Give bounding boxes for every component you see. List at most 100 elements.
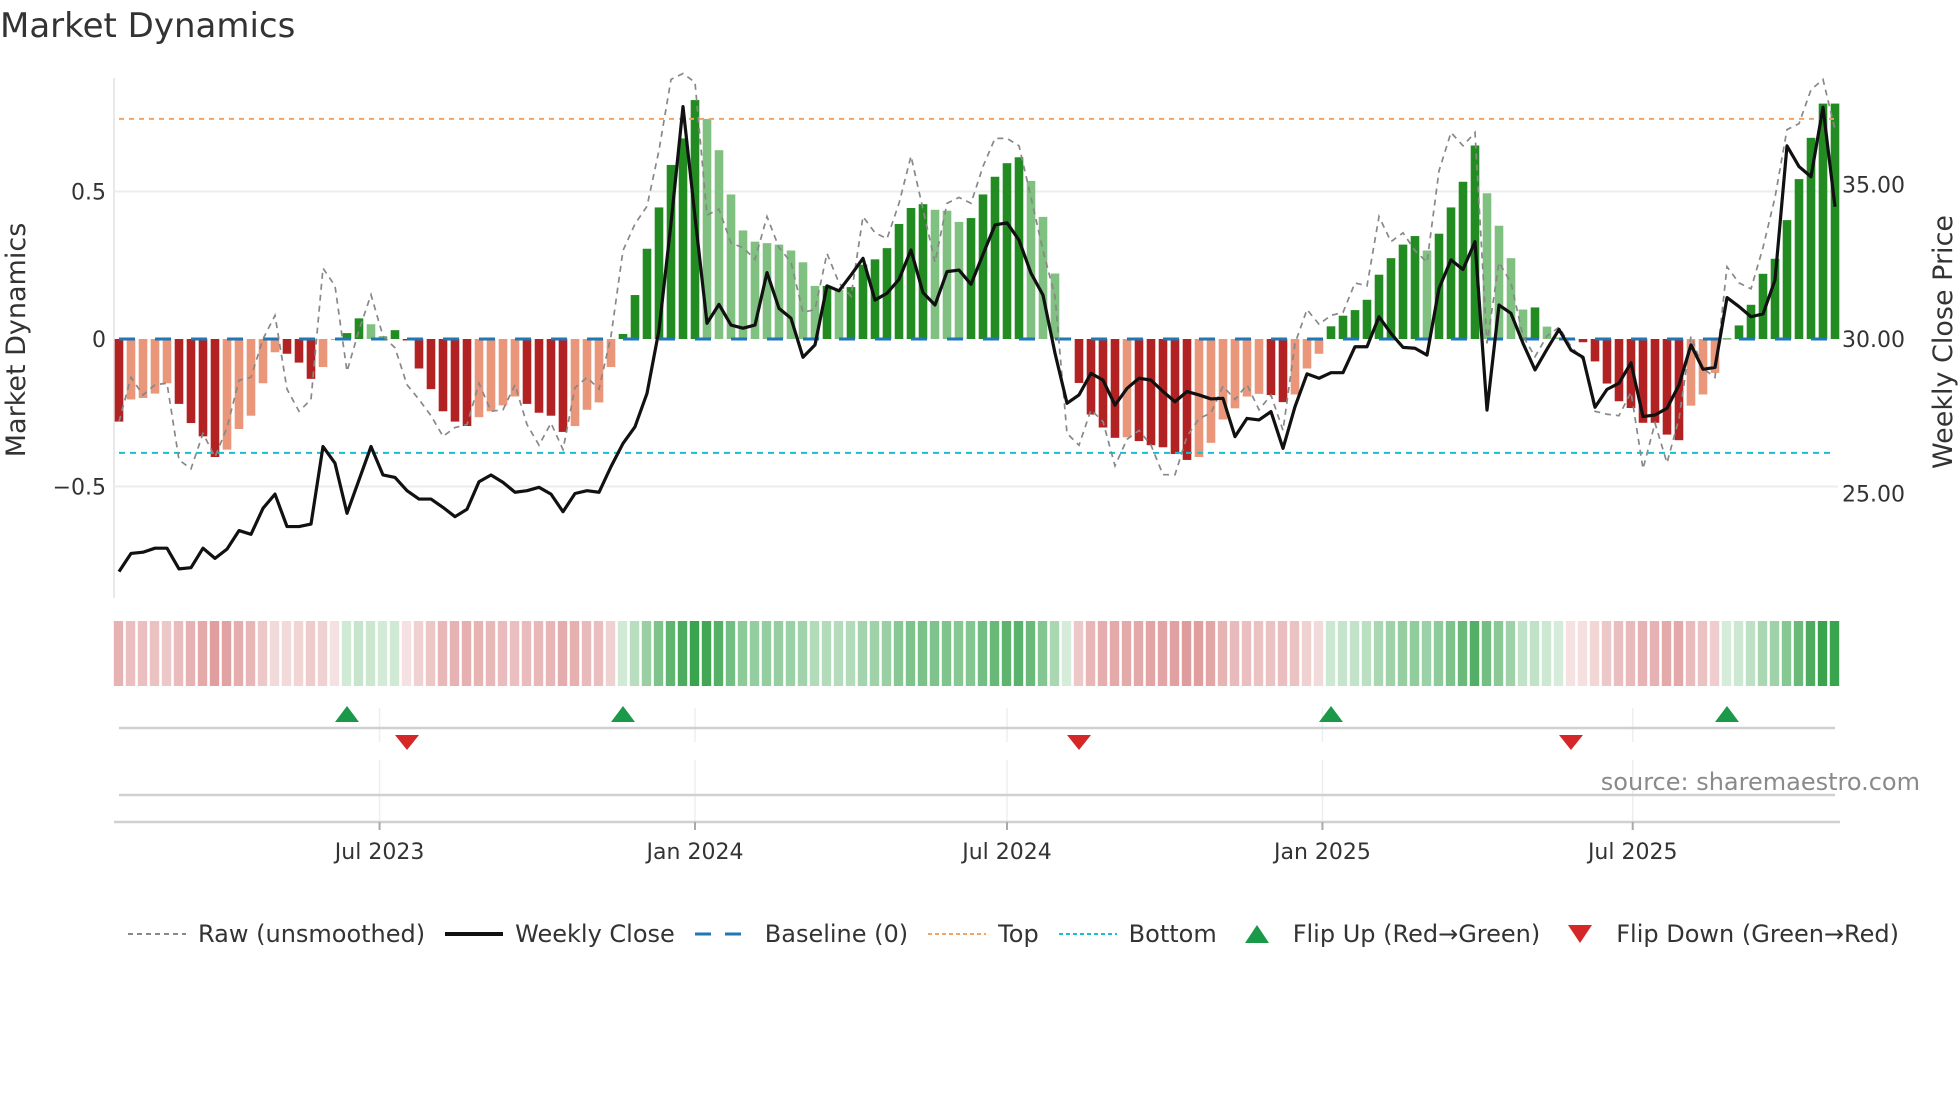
heat-strip-cell	[437, 621, 448, 686]
heat-strip-cell	[581, 621, 592, 686]
heat-strip-cell	[1217, 621, 1228, 686]
heat-strip-cell	[497, 621, 508, 686]
heat-strip-cell	[1481, 621, 1492, 686]
heat-strip-cell	[1289, 621, 1300, 686]
heat-strip-cell	[1409, 621, 1420, 686]
legend-item-flip-up[interactable]: Flip Up (Red→Green)	[1237, 920, 1540, 948]
top-line-swatch-icon	[928, 933, 987, 935]
heat-strip-cell	[1565, 621, 1576, 686]
legend-item-flip-down[interactable]: Flip Down (Green→Red)	[1560, 920, 1899, 948]
y2-axis-label: Weekly Close Price	[1928, 215, 1959, 469]
heat-strip-cell	[761, 621, 772, 686]
heat-strip-cell	[1745, 621, 1756, 686]
dynamics-bar	[1782, 220, 1792, 339]
heat-strip-cell	[1025, 621, 1036, 686]
dynamics-bar	[1614, 339, 1624, 402]
heat-strip-cell	[917, 621, 928, 686]
dynamics-bar	[1602, 339, 1612, 384]
heat-strip-cell	[1241, 621, 1252, 686]
dynamics-bar	[438, 339, 448, 412]
dynamics-bar	[294, 339, 304, 363]
dynamics-bar	[486, 339, 496, 412]
dynamics-bar	[282, 339, 292, 354]
legend-item-raw[interactable]: Raw (unsmoothed)	[128, 920, 425, 948]
heat-strip-cell	[1037, 621, 1048, 686]
legend-item-baseline[interactable]: Baseline (0)	[694, 920, 908, 948]
dynamics-bar	[1170, 339, 1180, 455]
dynamics-bar	[1746, 304, 1756, 339]
dynamics-bar	[1338, 315, 1348, 339]
heat-strip-cell	[821, 621, 832, 686]
dynamics-bar	[1314, 339, 1324, 354]
heat-strip-cell	[1505, 621, 1516, 686]
dynamics-bar	[1722, 338, 1732, 340]
heat-strip-cell	[461, 621, 472, 686]
dynamics-bar	[1650, 339, 1660, 423]
dynamics-bar	[834, 289, 844, 339]
x-tick-label: Jul 2025	[1586, 840, 1678, 865]
dynamics-bar	[1194, 339, 1204, 457]
dynamics-bar	[1362, 299, 1372, 339]
heat-strip-cell	[341, 621, 352, 686]
legend: Raw (unsmoothed) Weekly Close Baseline (…	[128, 920, 1919, 948]
dynamics-bar	[1254, 339, 1264, 394]
heat-strip-cell	[1757, 621, 1768, 686]
heat-strip-cell	[1373, 621, 1384, 686]
heat-strip-cell	[293, 621, 304, 686]
close-line-swatch-icon	[445, 932, 504, 936]
legend-label: Top	[998, 920, 1039, 948]
y-tick-label: 0	[92, 328, 106, 353]
dynamics-bar	[162, 339, 172, 384]
legend-item-top[interactable]: Top	[928, 920, 1039, 948]
dynamics-bar	[570, 339, 580, 427]
raw-line	[118, 72, 1836, 476]
heat-strip-cell	[545, 621, 556, 686]
dynamics-bar	[1326, 326, 1336, 339]
dynamics-bar	[1074, 339, 1084, 383]
heat-strip-cell	[533, 621, 544, 686]
heat-strip-cell	[1613, 621, 1624, 686]
dynamics-bar	[1374, 274, 1384, 339]
heat-strip-cell	[221, 621, 232, 686]
heat-strip-cell	[149, 621, 160, 686]
heat-strip-cell	[569, 621, 580, 686]
dynamics-bar	[906, 208, 916, 339]
heat-strip-cell	[401, 621, 412, 686]
heat-strip-cell	[1637, 621, 1648, 686]
dynamics-bar	[1146, 339, 1156, 446]
heat-strip-cell	[881, 621, 892, 686]
heat-strip-cell	[365, 621, 376, 686]
dynamics-bar	[1302, 339, 1312, 369]
dynamics-bar	[174, 339, 184, 404]
x-tick-label: Jul 2024	[960, 840, 1052, 865]
dynamics-bar	[450, 339, 460, 422]
legend-item-close[interactable]: Weekly Close	[445, 920, 675, 948]
dynamics-bar	[510, 339, 520, 397]
triangle-down-icon	[1568, 925, 1593, 943]
heat-strip-cell	[1265, 621, 1276, 686]
heat-strip-cell	[161, 621, 172, 686]
dynamics-bar	[186, 339, 196, 424]
legend-item-bottom[interactable]: Bottom	[1058, 920, 1217, 948]
heat-strip-cell	[665, 621, 676, 686]
heat-strip-cell	[1793, 621, 1804, 686]
y-axis-label: Market Dynamics	[1, 223, 32, 458]
heat-strip-cell	[1457, 621, 1468, 686]
heat-strip-cell	[1577, 621, 1588, 686]
legend-label: Raw (unsmoothed)	[198, 920, 426, 948]
heat-strip-cell	[425, 621, 436, 686]
dynamics-bar	[426, 339, 436, 390]
heat-strip-cell	[1253, 621, 1264, 686]
flip-down-marker	[395, 735, 419, 750]
heat-strip-cell	[1349, 621, 1360, 686]
heat-strip-cell	[1061, 621, 1072, 686]
heat-strip-cell	[989, 621, 1000, 686]
x-tick-label: Jan 2025	[1272, 840, 1371, 865]
heat-strip-cell	[605, 621, 616, 686]
y-tick-label: 0.5	[71, 181, 106, 206]
dynamics-bar	[1134, 339, 1144, 442]
heat-strip-cell	[449, 621, 460, 686]
heat-strip-cell	[1193, 621, 1204, 686]
heat-strip-cell	[305, 621, 316, 686]
heat-strip-cell	[977, 621, 988, 686]
